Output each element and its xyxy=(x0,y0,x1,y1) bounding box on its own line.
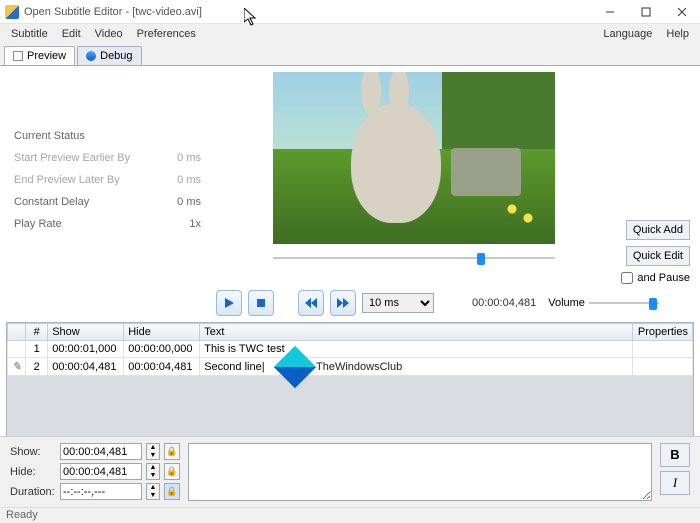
hide-spinner[interactable]: ▲▼ xyxy=(146,463,160,480)
play-button[interactable] xyxy=(216,290,242,316)
status-heading: Current Status xyxy=(14,130,201,142)
bold-button[interactable]: B xyxy=(660,443,690,467)
jump-forward-button[interactable] xyxy=(330,290,356,316)
status-panel: Current Status Start Preview Earlier By 0… xyxy=(4,70,209,284)
preview-icon xyxy=(13,51,23,61)
menu-preferences[interactable]: Preferences xyxy=(130,26,203,42)
duration-lock-button[interactable]: 🔒 xyxy=(164,483,180,500)
timecode-display: 00:00:04,481 xyxy=(466,297,542,309)
table-header-row: # Show Hide Text Properties xyxy=(8,324,693,341)
duration-label: Duration: xyxy=(10,486,56,498)
volume-slider[interactable] xyxy=(589,295,659,311)
duration-input[interactable] xyxy=(60,483,142,500)
end-later-label: End Preview Later By xyxy=(14,174,120,186)
window-title: Open Subtitle Editor - [twc-video.avi] xyxy=(24,6,592,18)
app-icon xyxy=(5,5,19,19)
table-row[interactable]: 1 00:00:01,000 00:00:00,000 This is TWC … xyxy=(8,341,693,358)
table-row[interactable]: ✎ 2 00:00:04,481 00:00:04,481 Second lin… xyxy=(8,358,693,376)
and-pause-checkbox[interactable]: and Pause xyxy=(621,272,690,284)
seek-slider[interactable] xyxy=(273,250,555,266)
video-preview[interactable] xyxy=(273,72,555,244)
menu-subtitle[interactable]: Subtitle xyxy=(4,26,55,42)
subtitle-table: # Show Hide Text Properties 1 00:00:01,0… xyxy=(6,322,694,442)
jump-back-button[interactable] xyxy=(298,290,324,316)
close-button[interactable] xyxy=(664,0,700,24)
duration-spinner[interactable]: ▲▼ xyxy=(146,483,160,500)
show-spinner[interactable]: ▲▼ xyxy=(146,443,160,460)
hide-label: Hide: xyxy=(10,466,56,478)
menu-help[interactable]: Help xyxy=(659,26,696,42)
stop-button[interactable] xyxy=(248,290,274,316)
and-pause-label: and Pause xyxy=(637,272,690,284)
status-bar: Ready xyxy=(0,507,700,523)
show-lock-button[interactable]: 🔒 xyxy=(164,443,180,460)
tab-preview[interactable]: Preview xyxy=(4,46,75,65)
quick-edit-button[interactable]: Quick Edit xyxy=(626,246,690,266)
subtitle-text-input[interactable] xyxy=(188,443,652,501)
jump-step-select[interactable]: 10 ms xyxy=(362,293,434,313)
end-later-val: 0 ms xyxy=(177,174,201,186)
tabbar: Preview Debug xyxy=(0,44,700,66)
tab-debug[interactable]: Debug xyxy=(77,46,141,65)
menu-edit[interactable]: Edit xyxy=(55,26,88,42)
volume-label: Volume xyxy=(548,297,585,309)
italic-button[interactable]: I xyxy=(660,471,690,495)
constant-delay-val: 0 ms xyxy=(177,196,201,208)
play-rate-label: Play Rate xyxy=(14,218,62,230)
status-text: Ready xyxy=(6,509,38,521)
edit-indicator-icon: ✎ xyxy=(12,361,21,373)
bottom-editor: Show: ▲▼ 🔒 Hide: ▲▼ 🔒 Duration: ▲▼ 🔒 B I xyxy=(0,436,700,507)
start-earlier-label: Start Preview Earlier By xyxy=(14,152,130,164)
tab-preview-label: Preview xyxy=(27,50,66,62)
col-show[interactable]: Show xyxy=(48,324,124,341)
show-input[interactable] xyxy=(60,443,142,460)
show-label: Show: xyxy=(10,446,56,458)
col-index[interactable]: # xyxy=(26,324,48,341)
play-rate-val: 1x xyxy=(189,218,201,230)
hide-input[interactable] xyxy=(60,463,142,480)
constant-delay-label: Constant Delay xyxy=(14,196,89,208)
titlebar: Open Subtitle Editor - [twc-video.avi] xyxy=(0,0,700,24)
menubar: Subtitle Edit Video Preferences Language… xyxy=(0,24,700,44)
menu-video[interactable]: Video xyxy=(88,26,130,42)
tab-debug-label: Debug xyxy=(100,50,132,62)
quick-add-button[interactable]: Quick Add xyxy=(626,220,690,240)
debug-icon xyxy=(86,51,96,61)
start-earlier-val: 0 ms xyxy=(177,152,201,164)
col-hide[interactable]: Hide xyxy=(124,324,200,341)
col-properties[interactable]: Properties xyxy=(633,324,693,341)
hide-lock-button[interactable]: 🔒 xyxy=(164,463,180,480)
col-text[interactable]: Text xyxy=(200,324,633,341)
maximize-button[interactable] xyxy=(628,0,664,24)
menu-language[interactable]: Language xyxy=(596,26,659,42)
minimize-button[interactable] xyxy=(592,0,628,24)
